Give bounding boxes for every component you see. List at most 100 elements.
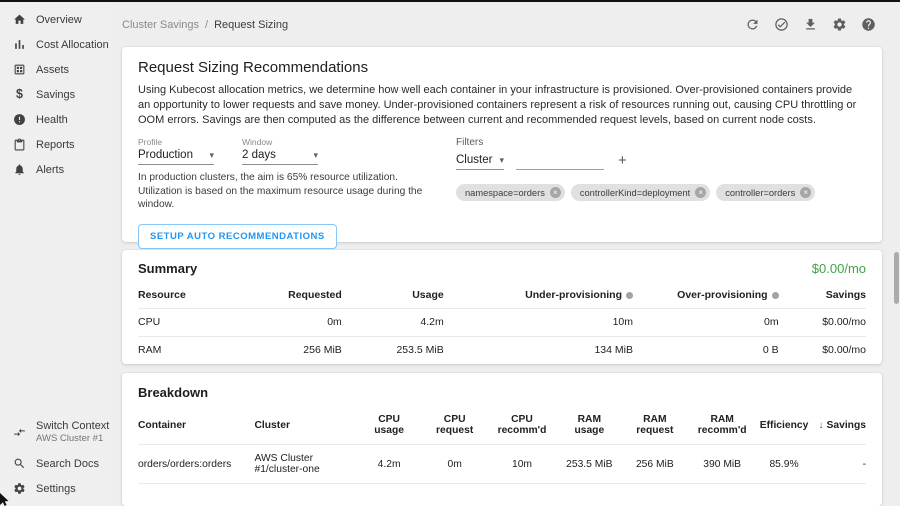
help-icon[interactable]	[861, 17, 876, 32]
breakdown-col-cpu-request[interactable]: CPUrequest	[422, 408, 488, 445]
topbar: Cluster Savings / Request Sizing	[112, 2, 900, 47]
cell-efficiency: 85.9%	[757, 445, 812, 484]
check-circle-icon[interactable]	[774, 17, 789, 32]
cell-requested: 0m	[247, 308, 342, 336]
close-icon[interactable]: ×	[695, 187, 706, 198]
cell-usage: 253.5 MiB	[342, 336, 444, 364]
profile-select-label: Profile	[138, 137, 214, 147]
breadcrumb-separator: /	[205, 19, 208, 31]
cell-over-provisioning: 0m	[633, 308, 779, 336]
request-sizing-card: Request Sizing Recommendations Using Kub…	[122, 47, 882, 242]
info-icon[interactable]	[626, 292, 633, 299]
filter-chip[interactable]: controller=orders ×	[716, 184, 815, 201]
profile-select[interactable]: Profile Production ▾	[138, 137, 214, 165]
filter-type-select[interactable]: Cluster ▾	[456, 152, 504, 170]
topbar-actions	[745, 17, 876, 32]
gear-icon[interactable]	[832, 17, 847, 32]
cell-under-provisioning: 134 MiB	[444, 336, 633, 364]
cell-ram-usage: 253.5 MiB	[557, 445, 623, 484]
summary-header-row: Resource Requested Usage Under-provision…	[138, 283, 866, 308]
cell-savings: -	[811, 445, 866, 484]
health-alert-icon	[13, 113, 26, 126]
cell-cluster: AWS Cluster #1/cluster-one	[254, 445, 356, 484]
sidebar-item-reports[interactable]: Reports	[0, 132, 112, 157]
sidebar-item-label: Health	[36, 114, 68, 126]
filter-chip-label: controller=orders	[725, 188, 795, 198]
breakdown-col-ram-recommd[interactable]: RAMrecomm'd	[688, 408, 757, 445]
window-select[interactable]: Window 2 days ▾	[242, 137, 318, 165]
summary-row-ram: RAM 256 MiB 253.5 MiB 134 MiB 0 B $0.00/…	[138, 336, 866, 364]
cell-savings: $0.00/mo	[779, 336, 866, 364]
breakdown-table: Container Cluster CPUusage CPUrequest CP…	[138, 408, 866, 484]
breakdown-header-row: Container Cluster CPUusage CPUrequest CP…	[138, 408, 866, 445]
summary-col-over-provisioning: Over-provisioning	[633, 283, 779, 308]
sidebar-footer: Switch Context AWS Cluster #1 Search Doc…	[0, 420, 112, 501]
page-description: Using Kubecost allocation metrics, we de…	[138, 83, 862, 128]
search-icon	[13, 457, 26, 470]
breakdown-col-cpu-usage[interactable]: CPUusage	[356, 408, 422, 445]
cell-cpu-request: 0m	[422, 445, 488, 484]
sidebar-item-assets[interactable]: Assets	[0, 57, 112, 82]
bar-chart-icon	[13, 38, 26, 51]
sidebar-item-savings[interactable]: $ Savings	[0, 82, 112, 107]
main-area: Cluster Savings / Request Sizing Request…	[112, 2, 900, 506]
cell-savings: $0.00/mo	[779, 308, 866, 336]
cell-under-provisioning: 10m	[444, 308, 633, 336]
breadcrumb-parent-link[interactable]: Cluster Savings	[122, 19, 199, 31]
breakdown-row[interactable]: orders/orders:orders AWS Cluster #1/clus…	[138, 445, 866, 484]
filter-value-input[interactable]	[516, 152, 604, 170]
close-icon[interactable]: ×	[800, 187, 811, 198]
sidebar-item-cost-allocation[interactable]: Cost Allocation	[0, 32, 112, 57]
breakdown-col-cpu-recommd[interactable]: CPUrecomm'd	[487, 408, 556, 445]
breakdown-col-ram-request[interactable]: RAMrequest	[622, 408, 688, 445]
sidebar-item-label: Alerts	[36, 164, 64, 176]
breakdown-col-container: Container	[138, 408, 254, 445]
chevron-down-icon: ▾	[313, 150, 318, 161]
sidebar-item-alerts[interactable]: Alerts	[0, 157, 112, 182]
filter-chip-label: namespace=orders	[465, 188, 545, 198]
info-icon[interactable]	[772, 292, 779, 299]
cell-resource: RAM	[138, 336, 247, 364]
summary-table: Resource Requested Usage Under-provision…	[138, 283, 866, 364]
breakdown-col-cluster: Cluster	[254, 408, 356, 445]
filter-chip[interactable]: controllerKind=deployment ×	[571, 184, 710, 201]
summary-total-savings: $0.00/mo	[812, 261, 866, 276]
profile-select-value: Production	[138, 149, 193, 161]
cell-requested: 256 MiB	[247, 336, 342, 364]
summary-col-resource: Resource	[138, 283, 247, 308]
cell-cpu-recommd: 10m	[487, 445, 556, 484]
filter-chip[interactable]: namespace=orders ×	[456, 184, 565, 201]
breakdown-col-savings-sort[interactable]: ↓Savings	[811, 408, 866, 445]
dollar-icon: $	[13, 88, 26, 101]
sidebar-item-label: Cost Allocation	[36, 39, 109, 51]
cell-container: orders/orders:orders	[138, 445, 254, 484]
sidebar-item-health[interactable]: Health	[0, 107, 112, 132]
download-icon[interactable]	[803, 17, 818, 32]
clipboard-icon	[13, 138, 26, 151]
setup-auto-recommendations-button[interactable]: SETUP AUTO RECOMMENDATIONS	[138, 224, 337, 249]
sort-desc-icon: ↓	[819, 420, 824, 431]
search-docs-label: Search Docs	[36, 458, 99, 470]
cell-cpu-usage: 4.2m	[356, 445, 422, 484]
summary-col-usage: Usage	[342, 283, 444, 308]
summary-col-requested: Requested	[247, 283, 342, 308]
add-filter-button[interactable]: +	[616, 153, 629, 170]
assets-grid-icon	[13, 63, 26, 76]
breakdown-col-efficiency[interactable]: Efficiency	[757, 408, 812, 445]
switch-context-button[interactable]: Switch Context AWS Cluster #1	[0, 420, 112, 444]
search-docs-button[interactable]: Search Docs	[0, 451, 112, 476]
chevron-down-icon: ▾	[209, 150, 214, 161]
close-icon[interactable]: ×	[550, 187, 561, 198]
filter-type-value: Cluster	[456, 154, 492, 166]
window-top-edge	[0, 0, 900, 2]
current-context: AWS Cluster #1	[36, 433, 109, 444]
summary-row-cpu: CPU 0m 4.2m 10m 0m $0.00/mo	[138, 308, 866, 336]
vertical-scrollbar-thumb[interactable]	[894, 252, 899, 304]
chevron-down-icon: ▾	[499, 155, 504, 166]
breakdown-card: Breakdown Container Cluster CPUusage CPU…	[122, 373, 882, 506]
breakdown-col-ram-usage[interactable]: RAMusage	[557, 408, 623, 445]
filters-label: Filters	[456, 137, 866, 148]
sidebar-item-overview[interactable]: Overview	[0, 7, 112, 32]
settings-button[interactable]: Settings	[0, 476, 112, 501]
refresh-icon[interactable]	[745, 17, 760, 32]
